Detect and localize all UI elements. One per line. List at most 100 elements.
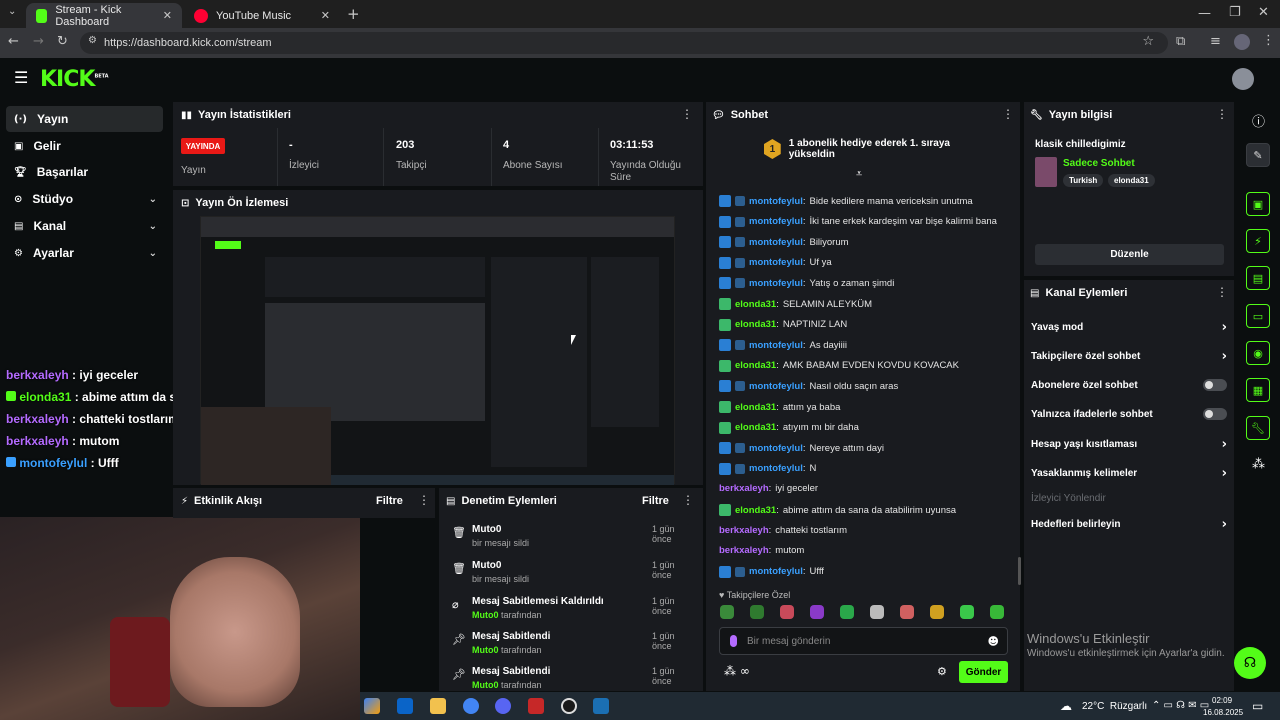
- support-button[interactable]: ☊: [1234, 647, 1266, 679]
- user-avatar[interactable]: [1232, 68, 1254, 90]
- chat-username[interactable]: elonda31: [735, 360, 776, 371]
- more-options-icon[interactable]: ⋮: [1216, 107, 1228, 121]
- nav-item-yayin[interactable]: (·) Yayın: [6, 106, 163, 132]
- extensions-icon[interactable]: ⧉: [1176, 34, 1185, 49]
- notification-icon[interactable]: ▭: [1252, 699, 1263, 713]
- clip-button[interactable]: ▣: [1246, 192, 1270, 216]
- emote-icon[interactable]: [990, 605, 1004, 619]
- site-info-icon[interactable]: ⚙: [88, 35, 97, 46]
- more-options-icon[interactable]: ⋮: [1002, 107, 1014, 121]
- forward-icon[interactable]: →: [33, 34, 44, 49]
- collapse-pinned-icon[interactable]: ⩡: [856, 167, 862, 181]
- clock-time[interactable]: 02:09: [1212, 696, 1232, 705]
- chat-username[interactable]: montofeylul: [749, 278, 803, 289]
- emote-icon[interactable]: [840, 605, 854, 619]
- chat-username[interactable]: montofeylul: [749, 216, 803, 227]
- category-name[interactable]: Sadece Sohbet: [1063, 158, 1135, 169]
- tray-icons[interactable]: ⌃ ▭ ☊ ✉ ▭: [1152, 700, 1209, 711]
- action-banned-words[interactable]: Yasaklanmış kelimeler ›: [1031, 466, 1227, 481]
- chat-scrollbar[interactable]: [1018, 557, 1021, 585]
- more-options-icon[interactable]: ⋮: [682, 493, 694, 507]
- file-explorer-icon[interactable]: [430, 698, 446, 714]
- chat-username[interactable]: berkxaleyh: [719, 483, 769, 494]
- winrar-icon[interactable]: [528, 698, 544, 714]
- emote-icon[interactable]: [930, 605, 944, 619]
- emote-icon[interactable]: [720, 605, 734, 619]
- notes-button[interactable]: ▤: [1246, 266, 1270, 290]
- reload-icon[interactable]: ↻: [57, 34, 68, 49]
- chat-username[interactable]: elonda31: [735, 422, 776, 433]
- nav-item-basarilar[interactable]: 🏆︎ Başarılar: [6, 159, 163, 185]
- more-options-icon[interactable]: ⋮: [418, 493, 430, 507]
- copilot-icon[interactable]: [364, 698, 380, 714]
- close-window-icon[interactable]: ✕: [1258, 5, 1269, 20]
- action-subscribers-only[interactable]: Abonelere özel sohbet: [1031, 379, 1227, 391]
- nav-item-kanal[interactable]: ▤ Kanal ⌄: [6, 213, 163, 239]
- maximize-icon[interactable]: ❐: [1229, 5, 1241, 20]
- chat-settings-icon[interactable]: ⚙: [937, 665, 947, 678]
- filter-button[interactable]: Filtre: [376, 495, 403, 507]
- chat-username[interactable]: montofeylul: [749, 340, 803, 351]
- chat-username[interactable]: elonda31: [735, 299, 776, 310]
- bookmark-star-icon[interactable]: ☆: [1142, 34, 1154, 49]
- tab-list-icon[interactable]: ⌄: [8, 6, 16, 17]
- emote-icon[interactable]: [870, 605, 884, 619]
- action-slow-mode[interactable]: Yavaş mod ›: [1031, 320, 1227, 335]
- nav-item-ayarlar[interactable]: ⚙ Ayarlar ⌄: [6, 240, 163, 266]
- emote-icon[interactable]: [960, 605, 974, 619]
- broadcast-rail-button[interactable]: ◉: [1246, 341, 1270, 365]
- emote-icon[interactable]: [750, 605, 764, 619]
- address-bar[interactable]: ⚙ https://dashboard.kick.com/stream ☆: [80, 32, 1168, 54]
- emote-icon[interactable]: [810, 605, 824, 619]
- emote-icon[interactable]: [780, 605, 794, 619]
- back-icon[interactable]: ←: [8, 34, 19, 49]
- nav-item-studyo[interactable]: ⊙ Stüdyo ⌄: [6, 186, 163, 212]
- obs-icon[interactable]: [561, 698, 577, 714]
- chat-username[interactable]: elonda31: [735, 505, 776, 516]
- chat-username[interactable]: montofeylul: [749, 196, 803, 207]
- chat-username[interactable]: berkxaleyh: [719, 545, 769, 556]
- close-tab-icon[interactable]: ✕: [321, 9, 330, 22]
- chat-rail-button[interactable]: ▭: [1246, 304, 1270, 328]
- browser-menu-icon[interactable]: ⋮: [1262, 33, 1275, 48]
- chat-tools-icon[interactable]: ⁂ ∞: [724, 664, 750, 678]
- info-icon[interactable]: ⓘ: [1252, 111, 1265, 130]
- edit-info-button[interactable]: Düzenle: [1035, 244, 1224, 265]
- kick-logo[interactable]: KICKBETA: [40, 67, 109, 92]
- mic-icon[interactable]: [730, 635, 737, 647]
- action-emotes-only[interactable]: Yalnızca ifadelerle sohbet: [1031, 408, 1227, 420]
- chat-input[interactable]: Bir mesaj gönderin ☻: [719, 627, 1008, 655]
- more-options-icon[interactable]: ⋮: [681, 107, 693, 121]
- emoji-icon[interactable]: ☻: [988, 635, 999, 648]
- tools-rail-button[interactable]: 🔧︎: [1246, 416, 1270, 440]
- chat-username[interactable]: elonda31: [735, 402, 776, 413]
- nav-item-gelir[interactable]: ▣ Gelir: [6, 133, 163, 159]
- outlook-icon[interactable]: [397, 698, 413, 714]
- chat-username[interactable]: montofeylul: [749, 237, 803, 248]
- action-followers-only[interactable]: Takipçilere özel sohbet ›: [1031, 349, 1227, 364]
- close-tab-icon[interactable]: ✕: [163, 9, 172, 22]
- chat-username[interactable]: montofeylul: [749, 381, 803, 392]
- discord-icon[interactable]: [495, 698, 511, 714]
- weather-text[interactable]: 22°C Rüzgarlı: [1082, 701, 1147, 712]
- emote-icon[interactable]: [900, 605, 914, 619]
- profile-avatar[interactable]: [1234, 34, 1250, 50]
- tag[interactable]: Turkish: [1063, 174, 1104, 187]
- steam-icon[interactable]: [593, 698, 609, 714]
- quick-actions-button[interactable]: ⚡︎: [1246, 229, 1270, 253]
- new-tab-icon[interactable]: +: [347, 5, 360, 23]
- hamburger-menu-icon[interactable]: ☰: [14, 68, 28, 87]
- layout-rail-button[interactable]: ▦: [1246, 378, 1270, 402]
- chat-username[interactable]: berkxaleyh: [719, 525, 769, 536]
- send-button[interactable]: Gönder: [959, 661, 1008, 683]
- minimize-icon[interactable]: —: [1198, 6, 1211, 21]
- subscribers-only-toggle[interactable]: [1203, 379, 1227, 391]
- chat-username[interactable]: montofeylul: [749, 443, 803, 454]
- tag[interactable]: elonda31: [1108, 174, 1155, 187]
- clock-date[interactable]: 16.08.2025: [1203, 708, 1243, 717]
- chat-username[interactable]: montofeylul: [749, 257, 803, 268]
- action-account-age[interactable]: Hesap yaşı kısıtlaması ›: [1031, 437, 1227, 452]
- edit-layout-button[interactable]: ✎: [1246, 143, 1270, 167]
- reading-list-icon[interactable]: ≡: [1210, 34, 1221, 49]
- more-options-icon[interactable]: ⋮: [1216, 285, 1228, 299]
